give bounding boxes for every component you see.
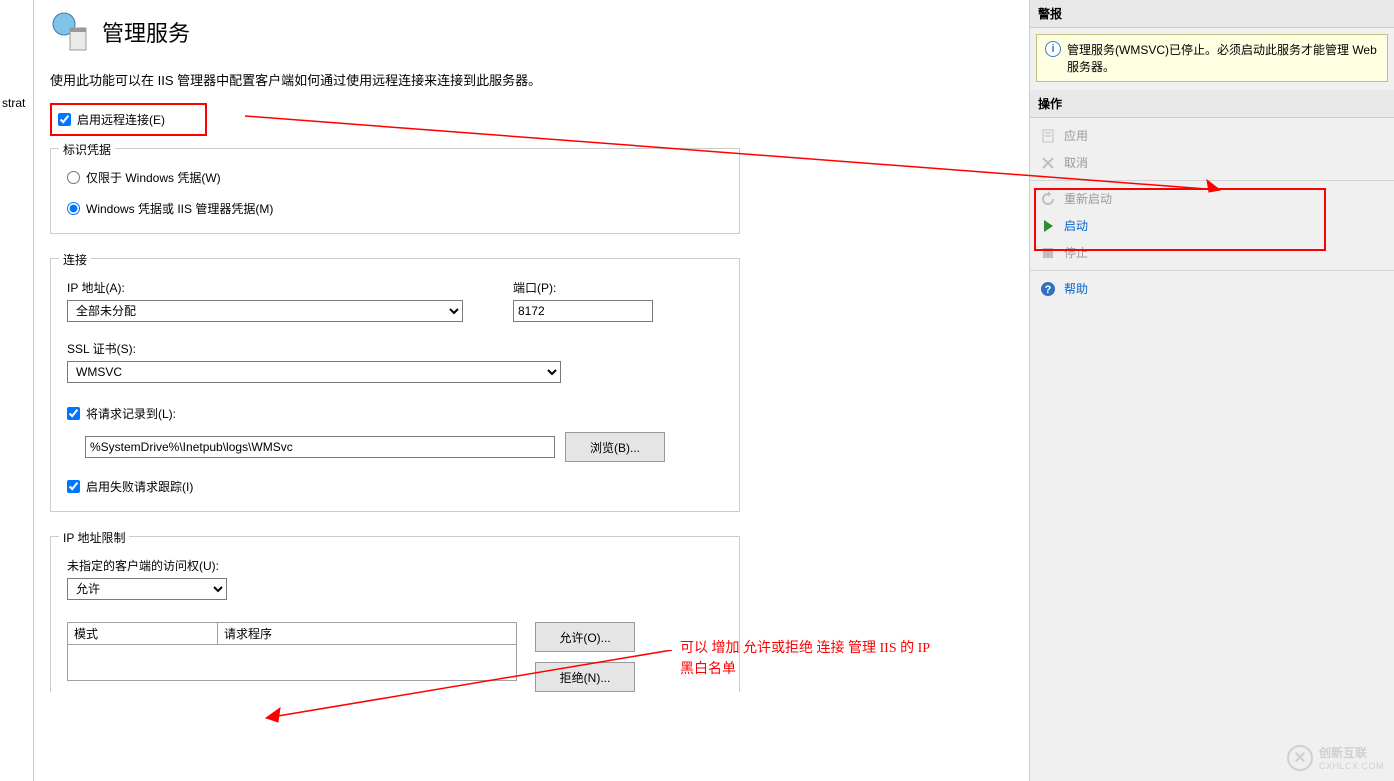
log-path-input[interactable] bbox=[85, 436, 555, 458]
actions-list: 应用 取消 重新启动 启动 停止 ? 帮助 bbox=[1030, 118, 1394, 306]
cancel-action: 取消 bbox=[1030, 149, 1394, 176]
ip-restriction-panel: IP 地址限制 未指定的客户端的访问权(U): 允许 模式 请求程序 允许(O)… bbox=[50, 536, 740, 692]
ip-restriction-table[interactable]: 模式 请求程序 bbox=[67, 622, 517, 645]
alerts-header: 警报 bbox=[1030, 0, 1394, 28]
start-icon bbox=[1040, 218, 1056, 234]
log-check-label: 将请求记录到(L): bbox=[86, 405, 176, 422]
connections-panel: 连接 IP 地址(A): 全部未分配 端口(P): SSL 证书(S): WMS… bbox=[50, 258, 740, 512]
log-requests-checkbox[interactable]: 将请求记录到(L): bbox=[67, 405, 723, 422]
windows-credentials-only-radio[interactable] bbox=[67, 171, 80, 184]
enable-remote-connections-checkbox[interactable]: 启用远程连接(E) bbox=[58, 111, 165, 128]
left-strip-text: strat bbox=[2, 96, 25, 110]
info-icon: i bbox=[1045, 41, 1061, 57]
apply-icon bbox=[1040, 128, 1056, 144]
restart-icon bbox=[1040, 191, 1056, 207]
right-panel: 警报 i 管理服务(WMSVC)已停止。必须启动此服务才能管理 Web 服务器。… bbox=[1030, 0, 1394, 781]
watermark-brand: 创新互联 bbox=[1319, 744, 1384, 761]
col-mode-header[interactable]: 模式 bbox=[68, 623, 218, 645]
restart-action: 重新启动 bbox=[1030, 185, 1394, 212]
watermark-icon: ✕ bbox=[1287, 745, 1313, 771]
start-action[interactable]: 启动 bbox=[1030, 212, 1394, 239]
deny-button[interactable]: 拒绝(N)... bbox=[535, 662, 635, 692]
identity-credentials-panel: 标识凭据 仅限于 Windows 凭据(W) Windows 凭据或 IIS 管… bbox=[50, 148, 740, 234]
radio1-label: 仅限于 Windows 凭据(W) bbox=[86, 169, 221, 186]
radio2-label: Windows 凭据或 IIS 管理器凭据(M) bbox=[86, 200, 273, 217]
enable-failed-request-tracing-checkbox[interactable]: 启用失败请求跟踪(I) bbox=[67, 478, 723, 495]
allow-button[interactable]: 允许(O)... bbox=[535, 622, 635, 652]
stop-icon bbox=[1040, 245, 1056, 261]
page-description: 使用此功能可以在 IIS 管理器中配置客户端如何通过使用远程连接来连接到此服务器… bbox=[50, 70, 1019, 89]
port-input[interactable] bbox=[513, 300, 653, 322]
watermark: ✕ 创新互联 CXHLCX.COM bbox=[1287, 744, 1384, 771]
ssl-cert-select[interactable]: WMSVC bbox=[67, 361, 561, 383]
alert-box: i 管理服务(WMSVC)已停止。必须启动此服务才能管理 Web 服务器。 bbox=[1036, 34, 1388, 82]
identity-panel-title: 标识凭据 bbox=[59, 141, 115, 158]
connections-panel-title: 连接 bbox=[59, 251, 91, 268]
browse-button[interactable]: 浏览(B)... bbox=[565, 432, 665, 462]
access-select[interactable]: 允许 bbox=[67, 578, 227, 600]
help-icon: ? bbox=[1040, 281, 1056, 297]
left-strip: strat bbox=[0, 0, 34, 781]
failtrace-label: 启用失败请求跟踪(I) bbox=[86, 478, 193, 495]
svg-text:?: ? bbox=[1045, 284, 1052, 296]
ip-address-select[interactable]: 全部未分配 bbox=[67, 300, 463, 322]
col-requestor-header[interactable]: 请求程序 bbox=[218, 623, 517, 645]
alert-text: 管理服务(WMSVC)已停止。必须启动此服务才能管理 Web 服务器。 bbox=[1067, 41, 1381, 75]
enable-remote-highlight: 启用远程连接(E) bbox=[50, 103, 207, 136]
ssl-cert-label: SSL 证书(S): bbox=[67, 340, 723, 357]
cancel-icon bbox=[1040, 155, 1056, 171]
ip-address-label: IP 地址(A): bbox=[67, 279, 463, 296]
help-action[interactable]: ? 帮助 bbox=[1030, 275, 1394, 302]
ip-table-body[interactable] bbox=[67, 645, 517, 681]
port-label: 端口(P): bbox=[513, 279, 653, 296]
enable-remote-label: 启用远程连接(E) bbox=[77, 111, 165, 128]
actions-header: 操作 bbox=[1030, 90, 1394, 118]
ip-restriction-panel-title: IP 地址限制 bbox=[59, 529, 129, 546]
apply-action: 应用 bbox=[1030, 122, 1394, 149]
page-title: 管理服务 bbox=[102, 16, 190, 48]
management-service-icon bbox=[50, 12, 90, 52]
access-label: 未指定的客户端的访问权(U): bbox=[67, 557, 723, 574]
stop-action: 停止 bbox=[1030, 239, 1394, 266]
annotation-text: 可以 增加 允许或拒绝 连接 管理 IIS 的 IP 黑白名单 bbox=[680, 638, 930, 680]
windows-or-iis-credentials-radio[interactable] bbox=[67, 202, 80, 215]
